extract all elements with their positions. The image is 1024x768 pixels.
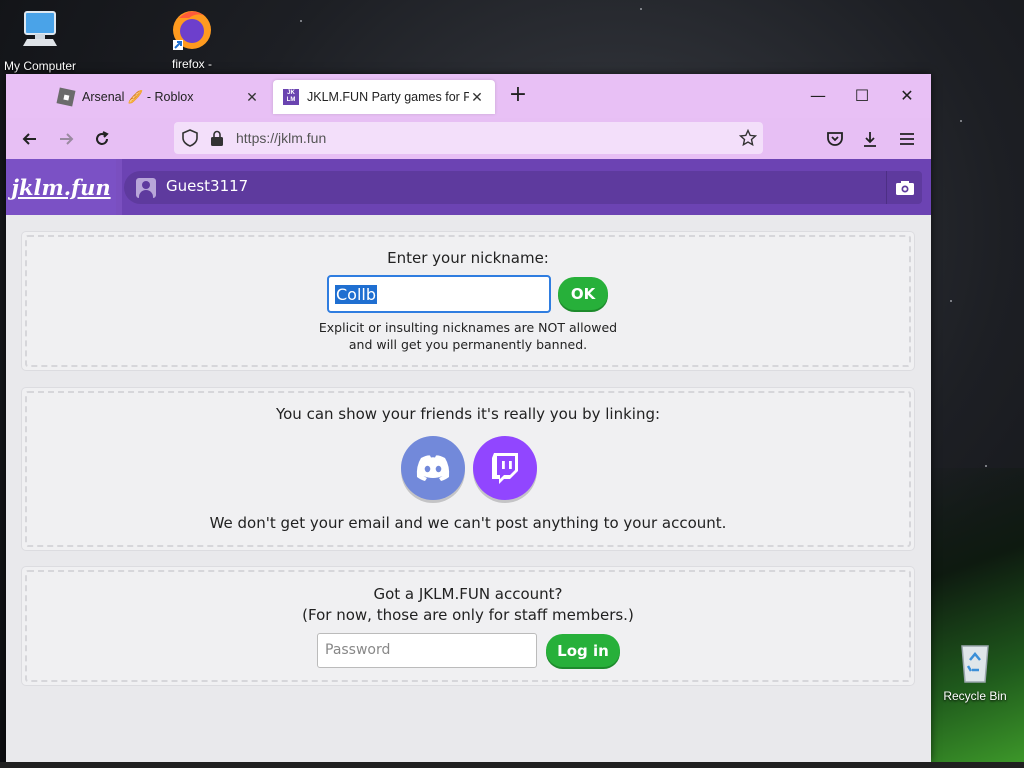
roblox-favicon-icon [56,87,76,107]
link-panel: You can show your friends it's really yo… [22,388,914,550]
ok-button[interactable]: OK [558,277,608,310]
desktop-icon-recycle-bin[interactable]: Recycle Bin [935,638,1015,703]
recycle-bin-icon [961,645,989,683]
desktop-icon-firefox[interactable]: firefox - [152,6,232,71]
pocket-icon [827,132,843,146]
browser-window: Arsenal 🥖 - Roblox ✕ JK LM JKLM.FUN Party… [6,74,931,762]
download-icon [864,132,876,147]
nickname-warning-line2: and will get you permanently banned. [348,337,588,352]
tab-title: Arsenal 🥖 - Roblox [82,89,194,104]
nickname-panel: Enter your nickname: Collb OK Explicit o… [22,232,914,370]
arrow-left-icon [22,133,36,145]
nickname-value: Collb [335,285,378,304]
username: Guest3117 [166,177,249,195]
close-window-button[interactable]: ✕ [892,84,922,108]
minimize-button[interactable]: — [803,84,833,108]
account-line2: (For now, those are only for staff membe… [302,606,634,624]
desktop-icon-label: firefox - [171,57,212,71]
camera-icon [895,180,914,195]
link-prompt: You can show your friends it's really yo… [275,405,661,423]
tab-bar: Arsenal 🥖 - Roblox ✕ JK LM JKLM.FUN Party… [6,74,931,118]
account-panel: Got a JKLM.FUN account? (For now, those … [22,567,914,685]
hamburger-menu-icon [900,133,914,145]
tab-roblox[interactable]: Arsenal 🥖 - Roblox ✕ [48,80,270,114]
new-tab-button[interactable]: + [506,84,530,108]
computer-icon [23,11,57,46]
pocket-button[interactable] [821,126,849,152]
close-icon[interactable]: ✕ [244,89,260,106]
menu-button[interactable] [893,126,921,152]
twitch-icon [492,453,518,484]
desktop-icon-label: Recycle Bin [943,689,1007,703]
avatar [136,178,156,198]
password-input[interactable]: Password [317,633,537,668]
back-button[interactable] [16,126,44,152]
lock-icon [211,130,223,146]
discord-link-button[interactable] [401,436,465,500]
reload-button[interactable] [88,126,116,152]
discord-icon [416,455,450,481]
site-logo[interactable]: jklm.fun [6,159,116,215]
user-pill[interactable]: Guest3117 [124,171,922,204]
star-icon[interactable] [739,129,757,147]
twitch-link-button[interactable] [473,436,537,500]
url-text: https://jklm.fun [236,130,327,146]
downloads-button[interactable] [856,126,884,152]
login-button[interactable]: Log in [546,634,620,667]
nickname-warning-line1: Explicit or insulting nicknames are NOT … [318,320,618,335]
desktop-icon-my-computer[interactable]: My Computer [0,8,80,73]
nickname-input[interactable]: Collb [327,275,551,313]
maximize-button[interactable]: ☐ [847,84,877,108]
nickname-prompt: Enter your nickname: [387,249,549,267]
close-icon[interactable]: ✕ [469,89,485,106]
shield-icon [182,129,198,147]
forward-button[interactable] [52,126,80,152]
camera-button[interactable] [886,171,922,204]
tab-jklm[interactable]: JKLM JKLM.FUN Party games for PC & ✕ [273,80,495,114]
site-header: jklm.fun Guest3117 [6,159,931,215]
url-bar[interactable]: https://jklm.fun [174,122,763,154]
user-bar: Guest3117 [122,159,931,215]
jklm-favicon-icon: JK LM [283,89,299,105]
desktop-icon-label: My Computer [3,59,77,73]
arrow-right-icon [60,133,74,145]
reload-icon [96,131,109,145]
account-line1: Got a JKLM.FUN account? [373,585,563,603]
taskbar [0,762,1024,768]
link-note: We don't get your email and we can't pos… [209,514,727,532]
nav-bar: https://jklm.fun [6,118,931,159]
tab-title: JKLM.FUN Party games for PC & [307,90,469,104]
firefox-icon [173,11,211,50]
